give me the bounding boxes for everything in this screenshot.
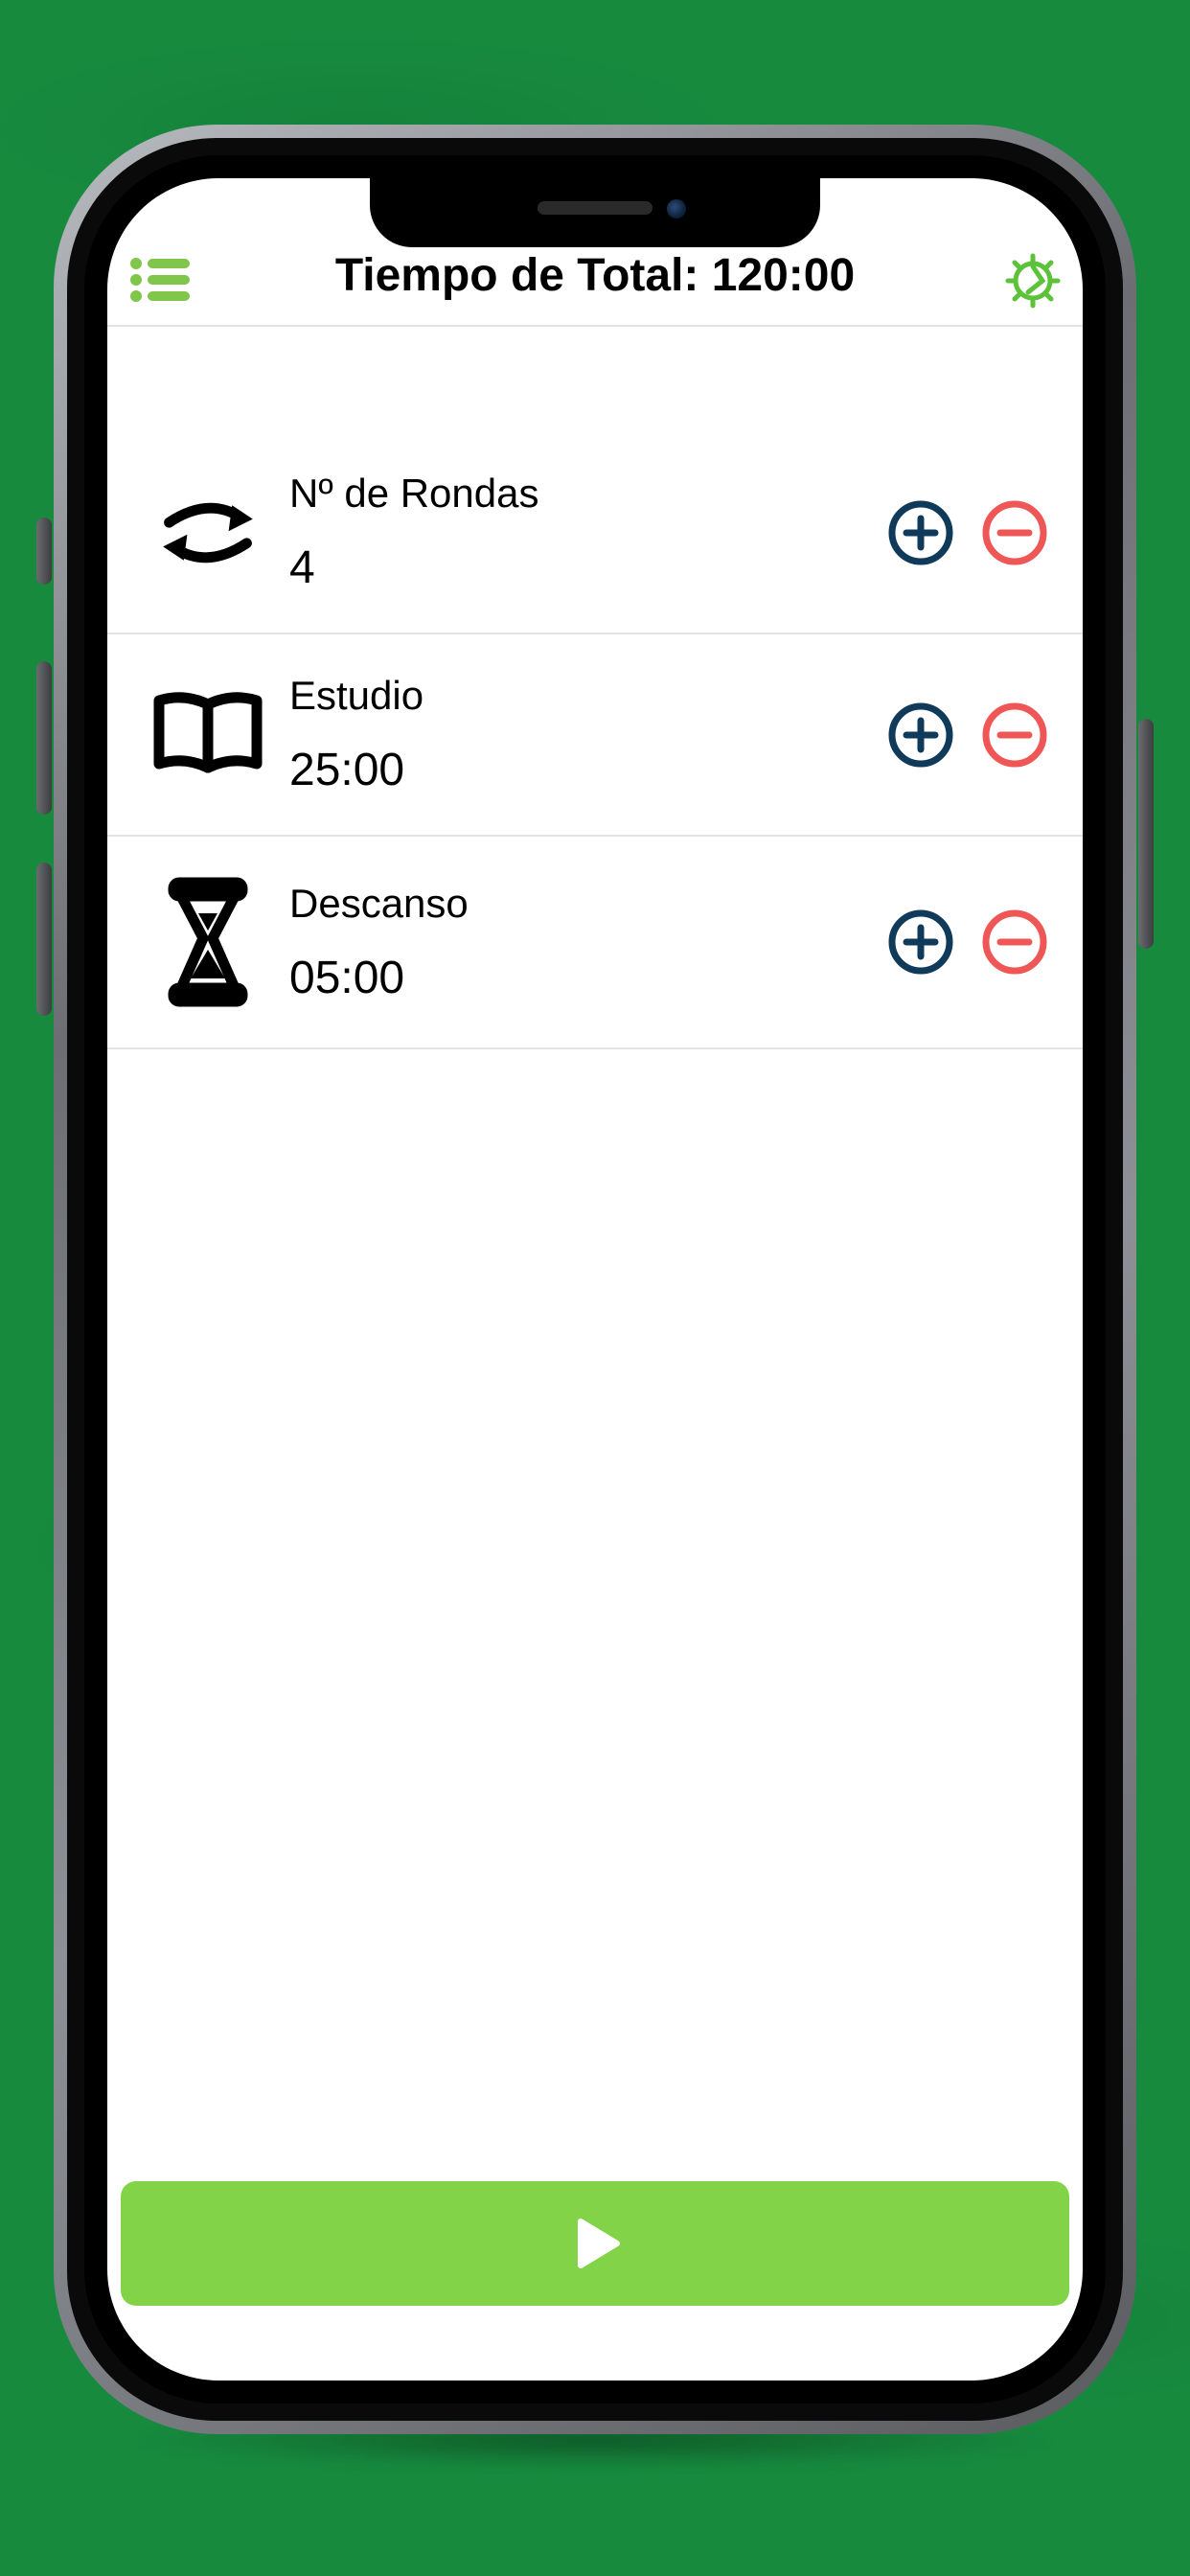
phone-speaker: [538, 201, 652, 215]
header-title: Tiempo de Total: 120:00: [335, 249, 855, 302]
study-label: Estudio: [289, 673, 887, 719]
row-study: Estudio 25:00: [107, 634, 1083, 837]
list-icon: [128, 256, 190, 304]
study-plus-button[interactable]: [887, 702, 954, 769]
gear-icon: [1004, 252, 1062, 310]
phone-power-button: [1138, 719, 1154, 949]
hourglass-icon: [126, 875, 289, 1009]
plus-icon: [887, 908, 954, 976]
screen: Tiempo de Total: 120:00: [107, 178, 1083, 2380]
settings-button[interactable]: [1004, 252, 1062, 310]
row-study-text: Estudio 25:00: [289, 673, 887, 796]
settings-list: Nº de Rondas 4: [107, 327, 1083, 1049]
menu-button[interactable]: [128, 256, 190, 304]
break-label: Descanso: [289, 881, 887, 927]
row-break-text: Descanso 05:00: [289, 881, 887, 1004]
study-value: 25:00: [289, 744, 887, 796]
row-rounds-text: Nº de Rondas 4: [289, 471, 887, 594]
play-icon: [561, 2210, 629, 2277]
study-minus-button[interactable]: [981, 702, 1048, 769]
phone-notch: [370, 178, 820, 247]
repeat-icon: [126, 490, 289, 576]
break-value: 05:00: [289, 952, 887, 1004]
phone-mute-switch: [36, 518, 52, 585]
rounds-minus-button[interactable]: [981, 499, 1048, 566]
phone-volume-down: [36, 862, 52, 1016]
book-icon: [126, 687, 289, 783]
minus-icon: [981, 499, 1048, 566]
rounds-label: Nº de Rondas: [289, 471, 887, 517]
plus-icon: [887, 499, 954, 566]
plus-icon: [887, 702, 954, 769]
home-indicator: [461, 2348, 729, 2358]
break-plus-button[interactable]: [887, 908, 954, 976]
minus-icon: [981, 702, 1048, 769]
row-rounds: Nº de Rondas 4: [107, 432, 1083, 634]
minus-icon: [981, 908, 1048, 976]
break-minus-button[interactable]: [981, 908, 1048, 976]
row-break: Descanso 05:00: [107, 837, 1083, 1049]
phone-camera: [667, 199, 686, 218]
phone-volume-up: [36, 661, 52, 815]
rounds-value: 4: [289, 541, 887, 594]
rounds-plus-button[interactable]: [887, 499, 954, 566]
start-button[interactable]: [121, 2181, 1069, 2306]
phone-frame: Tiempo de Total: 120:00: [54, 125, 1136, 2434]
